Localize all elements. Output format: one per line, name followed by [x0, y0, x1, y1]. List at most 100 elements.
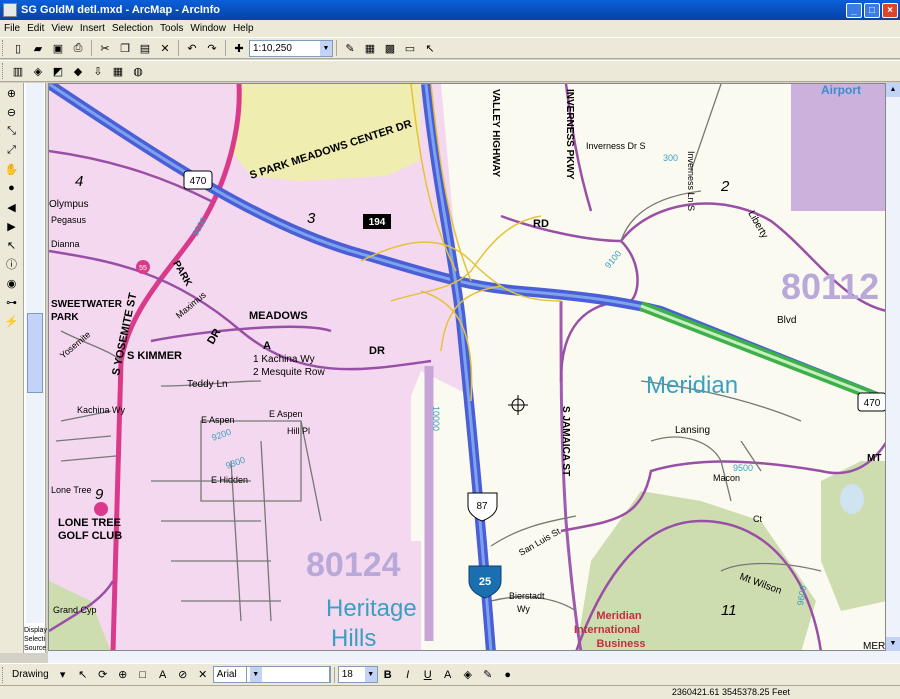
save-icon[interactable]: ▣	[50, 40, 66, 56]
fill-color-icon[interactable]: ◈	[460, 667, 476, 683]
fixed-zoom-in-icon[interactable]: ⤡	[2, 123, 22, 139]
menu-tools[interactable]: Tools	[156, 23, 186, 34]
back-extent-icon[interactable]: ◀	[2, 199, 22, 215]
tool-icon[interactable]: ⇩	[90, 63, 106, 79]
add-data-icon[interactable]: ✚	[231, 40, 247, 56]
chevron-down-icon[interactable]: ▼	[364, 667, 377, 682]
arccatalog-icon[interactable]: ▦	[362, 40, 378, 56]
tool-icon[interactable]: ▦	[110, 63, 126, 79]
shield-194: 194	[363, 214, 391, 229]
toolbar-grip[interactable]	[2, 63, 5, 79]
menu-file[interactable]: File	[0, 23, 23, 34]
toc-scroll-thumb[interactable]	[27, 313, 43, 393]
find-icon[interactable]: ◉	[2, 275, 22, 291]
paste-icon[interactable]: ▤	[137, 40, 153, 56]
zoom-in-icon[interactable]: ⊕	[2, 85, 22, 101]
font-select[interactable]: Arial ▼	[212, 666, 331, 683]
street-ct: Ct	[753, 514, 762, 524]
copy-icon[interactable]: ❐	[117, 40, 133, 56]
label-park: PARK	[51, 312, 79, 323]
drawing-menu[interactable]: Drawing	[12, 669, 49, 680]
text-icon[interactable]: A	[155, 667, 171, 683]
chevron-down-icon[interactable]: ▾	[55, 667, 71, 683]
street-rd: RD	[533, 218, 549, 230]
menu-help[interactable]: Help	[229, 23, 257, 34]
extra-toolbar: ▥ ◈ ◩ ◆ ⇩ ▦ ◍	[0, 60, 900, 82]
map-scale-select[interactable]: 1:10,250 ▼	[249, 39, 333, 57]
edit-vertices-icon[interactable]: ⊘	[175, 667, 191, 683]
drawing-toolbar: Drawing ▾ ↖ ⟳ ⊕ □ A ⊘ ✕ Arial ▼ 18 ▼ B I…	[0, 663, 900, 685]
redo-icon[interactable]: ↷	[204, 40, 220, 56]
editor-icon[interactable]: ✎	[342, 40, 358, 56]
line-color-icon[interactable]: ✎	[480, 667, 496, 683]
scroll-up-icon[interactable]: ▲	[886, 83, 900, 97]
fixed-zoom-out-icon[interactable]: ⤢	[2, 142, 22, 158]
rectangle-icon[interactable]: □	[135, 667, 151, 683]
close-button[interactable]: ×	[882, 2, 898, 18]
map-vertical-scrollbar[interactable]: ▲ ▼	[886, 83, 900, 651]
status-coordinates: 2360421.61 3545378.25 Feet	[671, 687, 790, 697]
zoom-out-icon[interactable]: ⊖	[2, 104, 22, 120]
marker-color-icon[interactable]: ●	[500, 667, 516, 683]
map-canvas[interactable]: 470 470 194 87 25 55 Airport 80112 Merid…	[49, 84, 886, 651]
chevron-down-icon[interactable]: ▼	[249, 667, 262, 682]
italic-icon[interactable]: I	[400, 667, 416, 683]
cut-icon[interactable]: ✂	[97, 40, 113, 56]
zoom-icon[interactable]: ⊕	[115, 667, 131, 683]
full-extent-icon[interactable]: ●	[2, 180, 22, 196]
tool-icon[interactable]: ◍	[130, 63, 146, 79]
menu-view[interactable]: View	[47, 23, 76, 34]
scroll-down-icon[interactable]: ▼	[886, 637, 900, 651]
print-icon[interactable]: ⎙	[70, 40, 86, 56]
layer-icon[interactable]: ▥	[10, 63, 26, 79]
map-horizontal-scrollbar[interactable]	[48, 651, 900, 663]
menu-selection[interactable]: Selection	[108, 23, 156, 34]
undo-icon[interactable]: ↶	[184, 40, 200, 56]
chevron-down-icon[interactable]: ▼	[320, 40, 332, 56]
street-dianna: Dianna	[51, 239, 80, 249]
select-icon[interactable]: ↖	[2, 237, 22, 253]
tool-icon[interactable]: ◈	[30, 63, 46, 79]
delete-icon[interactable]: ✕	[157, 40, 173, 56]
legend-kachina: 1 Kachina Wy	[253, 354, 315, 365]
svg-text:25: 25	[479, 576, 491, 588]
pan-icon[interactable]: ✋	[2, 161, 22, 177]
toolbar-grip[interactable]	[2, 40, 5, 56]
minimize-button[interactable]: _	[846, 2, 862, 18]
whats-this-icon[interactable]: ↖	[422, 40, 438, 56]
menu-window[interactable]: Window	[186, 23, 229, 34]
label-heritage: Heritage	[326, 595, 417, 622]
menu-bar: File Edit View Insert Selection Tools Wi…	[0, 20, 900, 37]
select-elements-icon[interactable]: ↖	[75, 667, 91, 683]
street-jamaica: S JAMAICA ST	[560, 406, 571, 476]
map-scale-value: 1:10,250	[253, 42, 292, 54]
toolbar-grip[interactable]	[2, 666, 5, 683]
cross-icon[interactable]: ✕	[195, 667, 211, 683]
street-inverness-dr: Inverness Dr S	[586, 141, 646, 151]
toolbar-separator	[91, 40, 92, 56]
tab-source[interactable]: Source	[24, 644, 46, 653]
bold-icon[interactable]: B	[380, 667, 396, 683]
font-color-icon[interactable]: A	[440, 667, 456, 683]
new-icon[interactable]: ▯	[10, 40, 26, 56]
street-bierstadt: Bierstadt	[509, 591, 545, 601]
menu-insert[interactable]: Insert	[76, 23, 108, 34]
identify-icon[interactable]: ⓘ	[2, 256, 22, 272]
open-icon[interactable]: ▰	[30, 40, 46, 56]
maximize-button[interactable]: □	[864, 2, 880, 18]
tab-display[interactable]: Display	[24, 626, 47, 635]
forward-extent-icon[interactable]: ▶	[2, 218, 22, 234]
map-view[interactable]: 470 470 194 87 25 55 Airport 80112 Merid…	[48, 83, 886, 651]
command-line-icon[interactable]: ▭	[402, 40, 418, 56]
tool-icon[interactable]: ◆	[70, 63, 86, 79]
underline-icon[interactable]: U	[420, 667, 436, 683]
measure-icon[interactable]: ⊶	[2, 294, 22, 310]
menu-edit[interactable]: Edit	[23, 23, 47, 34]
hyperlink-icon[interactable]: ⚡	[2, 313, 22, 329]
rotate-icon[interactable]: ⟳	[95, 667, 111, 683]
tab-selection[interactable]: Selecti	[24, 635, 46, 644]
address-300: 300	[663, 153, 678, 163]
font-size-select[interactable]: 18 ▼	[337, 666, 378, 683]
arctoolbox-icon[interactable]: ▩	[382, 40, 398, 56]
tool-icon[interactable]: ◩	[50, 63, 66, 79]
